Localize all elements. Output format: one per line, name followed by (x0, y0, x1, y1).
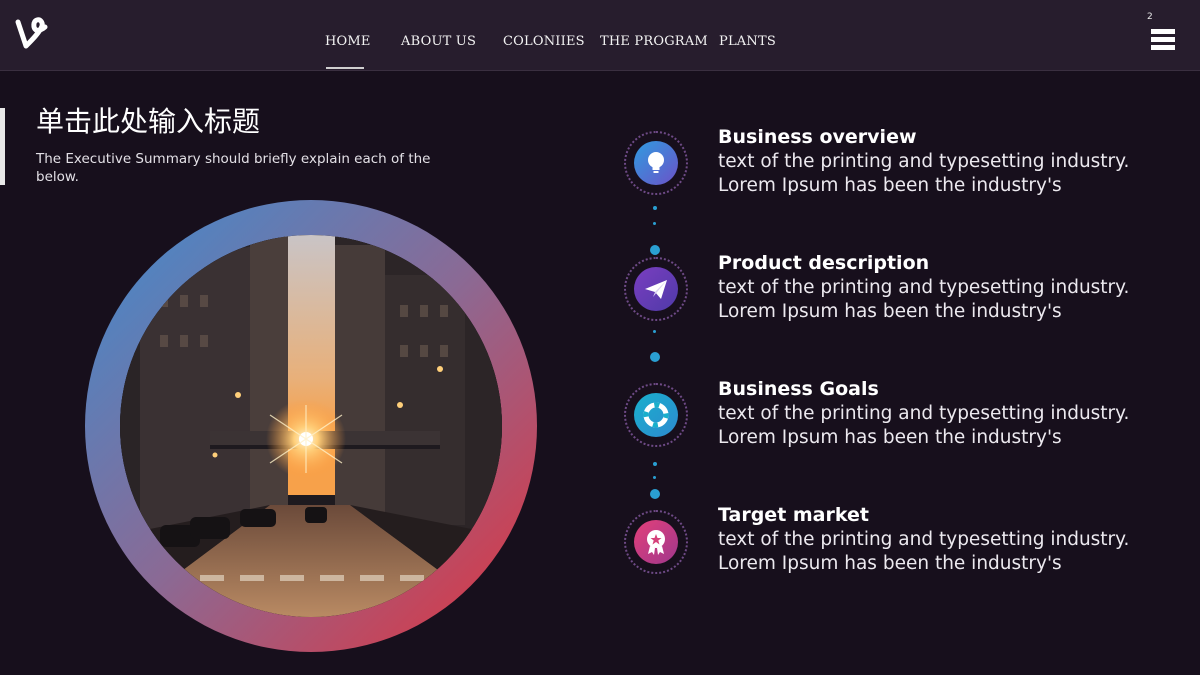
title-accent-bar (0, 108, 5, 185)
nav-plants[interactable]: PLANTS (719, 34, 776, 49)
active-nav-indicator (326, 67, 364, 69)
page-number: 2 (1147, 12, 1153, 22)
hamburger-menu-icon[interactable] (1151, 29, 1175, 53)
vine-logo-icon[interactable] (14, 16, 50, 54)
timeline-dot (653, 206, 657, 210)
timeline-dot (650, 352, 660, 362)
slide-title: 单击此处输入标题 (36, 105, 261, 138)
item-icon-frame (624, 383, 688, 447)
timeline-dot (650, 489, 660, 499)
item-text: text of the printing and typesetting ind… (718, 151, 1130, 196)
timeline-dot (650, 245, 660, 255)
item-icon-frame (624, 257, 688, 321)
city-street-photo (120, 235, 502, 617)
item-title: Target market (718, 504, 869, 526)
timeline-dot (653, 222, 656, 225)
slide-subtitle: The Executive Summary should briefly exp… (36, 151, 431, 185)
timeline-dot (653, 330, 656, 333)
item-title: Product description (718, 252, 930, 274)
item-icon-frame (624, 131, 688, 195)
item-text: text of the printing and typesetting ind… (718, 277, 1130, 322)
item-title: Business Goals (718, 378, 879, 400)
nav-the-program[interactable]: THE PROGRAM (600, 34, 708, 49)
nav-colonies[interactable]: COLONIIES (503, 34, 585, 49)
top-navigation-bar: HOME ABOUT US COLONIIES THE PROGRAM PLAN… (0, 0, 1200, 71)
timeline-dot (653, 476, 656, 479)
item-title: Business overview (718, 126, 917, 148)
nav-home[interactable]: HOME (325, 34, 371, 49)
nav-about-us[interactable]: ABOUT US (401, 34, 476, 49)
lightbulb-icon (634, 141, 678, 185)
lifebuoy-icon (634, 393, 678, 437)
paper-plane-icon (634, 267, 678, 311)
item-text: text of the printing and typesetting ind… (718, 403, 1130, 448)
award-ribbon-icon (634, 520, 678, 564)
item-icon-frame (624, 510, 688, 574)
item-text: text of the printing and typesetting ind… (718, 529, 1130, 574)
timeline-dot (653, 462, 657, 466)
